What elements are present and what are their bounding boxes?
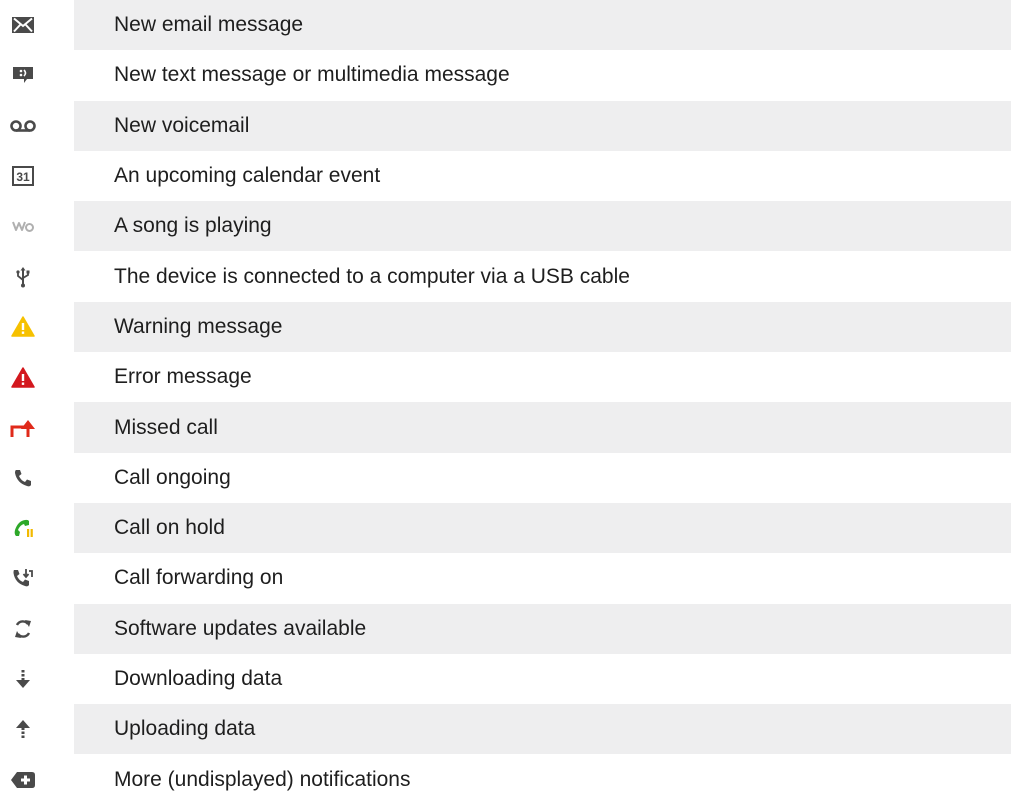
software-update-icon bbox=[0, 604, 46, 654]
call-on-hold-icon bbox=[0, 503, 46, 553]
text-message-icon bbox=[0, 50, 46, 100]
row-description: Error message bbox=[74, 352, 1011, 403]
table-row: Uploading data bbox=[0, 704, 1011, 755]
row-description: An upcoming calendar event bbox=[74, 150, 1011, 202]
table-row: New voicemail bbox=[0, 100, 1011, 151]
voicemail-icon bbox=[0, 101, 46, 151]
table-row: Call ongoing bbox=[0, 452, 1011, 503]
download-icon bbox=[0, 654, 46, 704]
row-description: Call on hold bbox=[74, 502, 1011, 554]
row-description: The device is connected to a computer vi… bbox=[74, 251, 1011, 302]
email-icon bbox=[0, 0, 46, 50]
table-row: Error message bbox=[0, 352, 1011, 403]
row-description: New email message bbox=[74, 0, 1011, 51]
call-ongoing-icon bbox=[0, 453, 46, 503]
table-row: Software updates available bbox=[0, 603, 1011, 654]
row-description: Warning message bbox=[74, 301, 1011, 353]
row-description: More (undisplayed) notifications bbox=[74, 754, 1011, 805]
row-description: Missed call bbox=[74, 402, 1011, 453]
row-description: A song is playing bbox=[74, 201, 1011, 252]
table-row: A song is playing bbox=[0, 201, 1011, 252]
row-description: New voicemail bbox=[74, 100, 1011, 151]
table-row: 31 An upcoming calendar event bbox=[0, 150, 1011, 202]
table-row: Call on hold bbox=[0, 502, 1011, 554]
row-description: Uploading data bbox=[74, 704, 1011, 755]
call-forwarding-icon bbox=[0, 553, 46, 603]
table-row: More (undisplayed) notifications bbox=[0, 754, 1011, 805]
error-icon bbox=[0, 352, 46, 402]
row-description: Downloading data bbox=[74, 653, 1011, 705]
more-notifications-icon bbox=[0, 754, 46, 804]
notification-icons-table: New email message New text message or mu… bbox=[0, 0, 1011, 805]
table-row: Warning message bbox=[0, 301, 1011, 353]
row-description: Software updates available bbox=[74, 603, 1011, 654]
calendar-date-label: 31 bbox=[16, 170, 30, 184]
table-row: The device is connected to a computer vi… bbox=[0, 251, 1011, 302]
row-description: Call ongoing bbox=[74, 452, 1011, 503]
usb-icon bbox=[0, 251, 46, 301]
table-row: Missed call bbox=[0, 402, 1011, 453]
row-description: New text message or multimedia message bbox=[74, 50, 1011, 101]
table-row: Downloading data bbox=[0, 653, 1011, 705]
table-row: New text message or multimedia message bbox=[0, 50, 1011, 101]
row-description: Call forwarding on bbox=[74, 553, 1011, 604]
calendar-icon: 31 bbox=[0, 151, 46, 201]
table-row: New email message bbox=[0, 0, 1011, 51]
table-row: Call forwarding on bbox=[0, 553, 1011, 604]
missed-call-icon bbox=[0, 402, 46, 452]
walkman-icon bbox=[0, 201, 46, 251]
warning-icon bbox=[0, 302, 46, 352]
upload-icon bbox=[0, 704, 46, 754]
